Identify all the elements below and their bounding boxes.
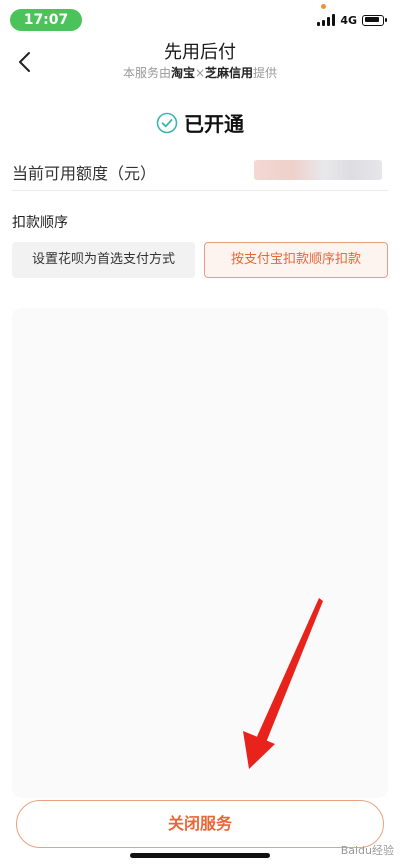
subtitle-separator: × (194, 66, 206, 80)
close-service-button[interactable]: 关闭服务 (16, 800, 384, 848)
home-indicator[interactable] (130, 853, 270, 858)
check-circle-icon (156, 112, 178, 133)
page-title: 先用后付 (164, 42, 236, 63)
option-alipay-order[interactable]: 按支付宝扣款顺序扣款 (204, 242, 388, 278)
option-huabei-first[interactable]: 设置花呗为首选支付方式 (12, 242, 195, 278)
network-label: 4G (340, 13, 357, 27)
provider-zhima: 芝麻信用 (205, 66, 254, 80)
subtitle-prefix: 本服务由 (122, 66, 171, 80)
recording-indicator-icon (321, 4, 326, 9)
deduct-order-title: 扣款顺序 (12, 215, 68, 231)
status-time: 17:07 (10, 9, 82, 31)
activation-status: 已开通 (0, 108, 400, 137)
battery-icon (362, 14, 387, 26)
provider-taobao: 淘宝 (170, 66, 195, 80)
credit-label: 当前可用额度（元） (12, 164, 157, 183)
watermark: Baidu经验 (340, 844, 394, 857)
subtitle-suffix: 提供 (253, 66, 278, 80)
content-card (12, 308, 388, 798)
activation-status-label: 已开通 (184, 112, 244, 136)
status-icons: 4G (317, 12, 387, 28)
credit-row: 当前可用额度（元） (12, 150, 388, 191)
signal-icon (317, 14, 336, 26)
credit-value-masked (254, 160, 382, 180)
status-bar: 17:07 4G (0, 0, 400, 36)
page-subtitle: 本服务由淘宝×芝麻信用提供 (0, 64, 400, 81)
